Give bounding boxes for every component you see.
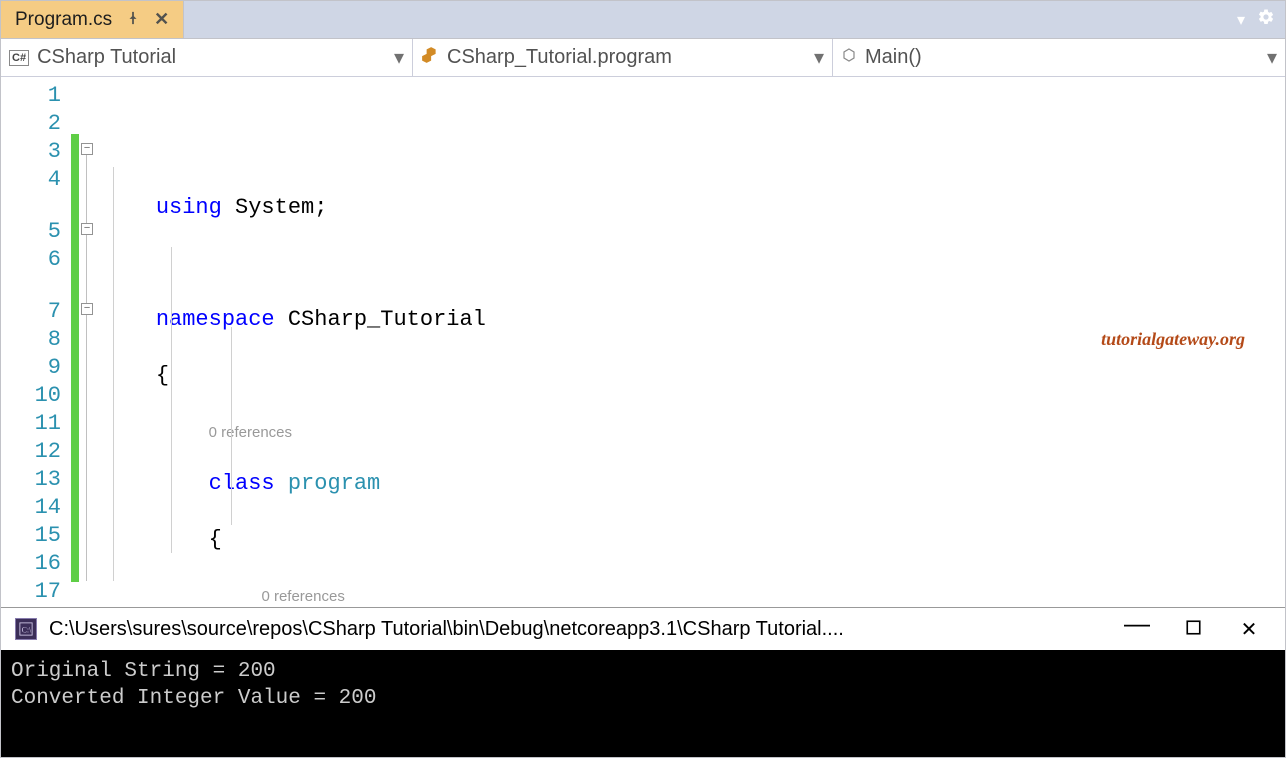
fold-column: − − − (79, 77, 99, 607)
console-window: C:\ C:\Users\sures\source\repos\CSharp T… (1, 607, 1285, 757)
class-name: CSharp_Tutorial.program (447, 46, 672, 69)
line-number-gutter: 1 2 3 4 5 6 7 8 9 10 11 12 13 14 15 16 1… (1, 77, 71, 607)
console-output: Original String = 200 Converted Integer … (1, 650, 1285, 757)
fold-toggle[interactable]: − (81, 303, 93, 315)
change-indicator (71, 77, 79, 607)
minimize-button[interactable]: — (1115, 608, 1159, 639)
console-titlebar[interactable]: C:\ C:\Users\sures\source\repos\CSharp T… (1, 608, 1285, 650)
watermark: tutorialgateway.org (1101, 325, 1245, 353)
console-title: C:\Users\sures\source\repos\CSharp Tutor… (49, 618, 844, 641)
csharp-icon: C# (9, 50, 29, 66)
close-tab-icon[interactable]: ✕ (154, 9, 169, 30)
codelens-references[interactable]: 0 references (261, 588, 344, 605)
class-dropdown[interactable]: CSharp_Tutorial.program ▾ (413, 39, 833, 76)
editor[interactable]: 1 2 3 4 5 6 7 8 9 10 11 12 13 14 15 16 1… (1, 77, 1285, 607)
file-tab[interactable]: Program.cs ✕ (1, 1, 184, 38)
member-name: Main() (865, 46, 922, 69)
tab-bar: Program.cs ✕ ▾ (1, 1, 1285, 39)
nav-bar: C# CSharp Tutorial ▾ CSharp_Tutorial.pro… (1, 39, 1285, 77)
project-name: CSharp Tutorial (37, 46, 176, 69)
close-button[interactable]: ✕ (1227, 617, 1271, 642)
codelens-references[interactable]: 0 references (209, 424, 292, 441)
console-icon: C:\ (15, 618, 37, 640)
project-dropdown[interactable]: C# CSharp Tutorial ▾ (1, 39, 413, 76)
maximize-button[interactable] (1171, 619, 1215, 640)
chevron-down-icon: ▾ (814, 45, 824, 70)
gear-icon[interactable] (1257, 8, 1275, 31)
member-dropdown[interactable]: Main() ▾ (833, 39, 1285, 76)
tab-filename: Program.cs (15, 9, 112, 31)
code-body[interactable]: using System; namespace CSharp_Tutorial … (99, 77, 1285, 607)
method-icon (841, 46, 857, 69)
svg-text:C:\: C:\ (22, 626, 32, 635)
fold-toggle[interactable]: − (81, 143, 93, 155)
chevron-down-icon: ▾ (1267, 45, 1277, 70)
class-icon (421, 46, 439, 70)
window-options-icon[interactable]: ▾ (1237, 10, 1245, 30)
pin-icon[interactable] (126, 9, 140, 31)
fold-toggle[interactable]: − (81, 223, 93, 235)
chevron-down-icon: ▾ (394, 45, 404, 70)
